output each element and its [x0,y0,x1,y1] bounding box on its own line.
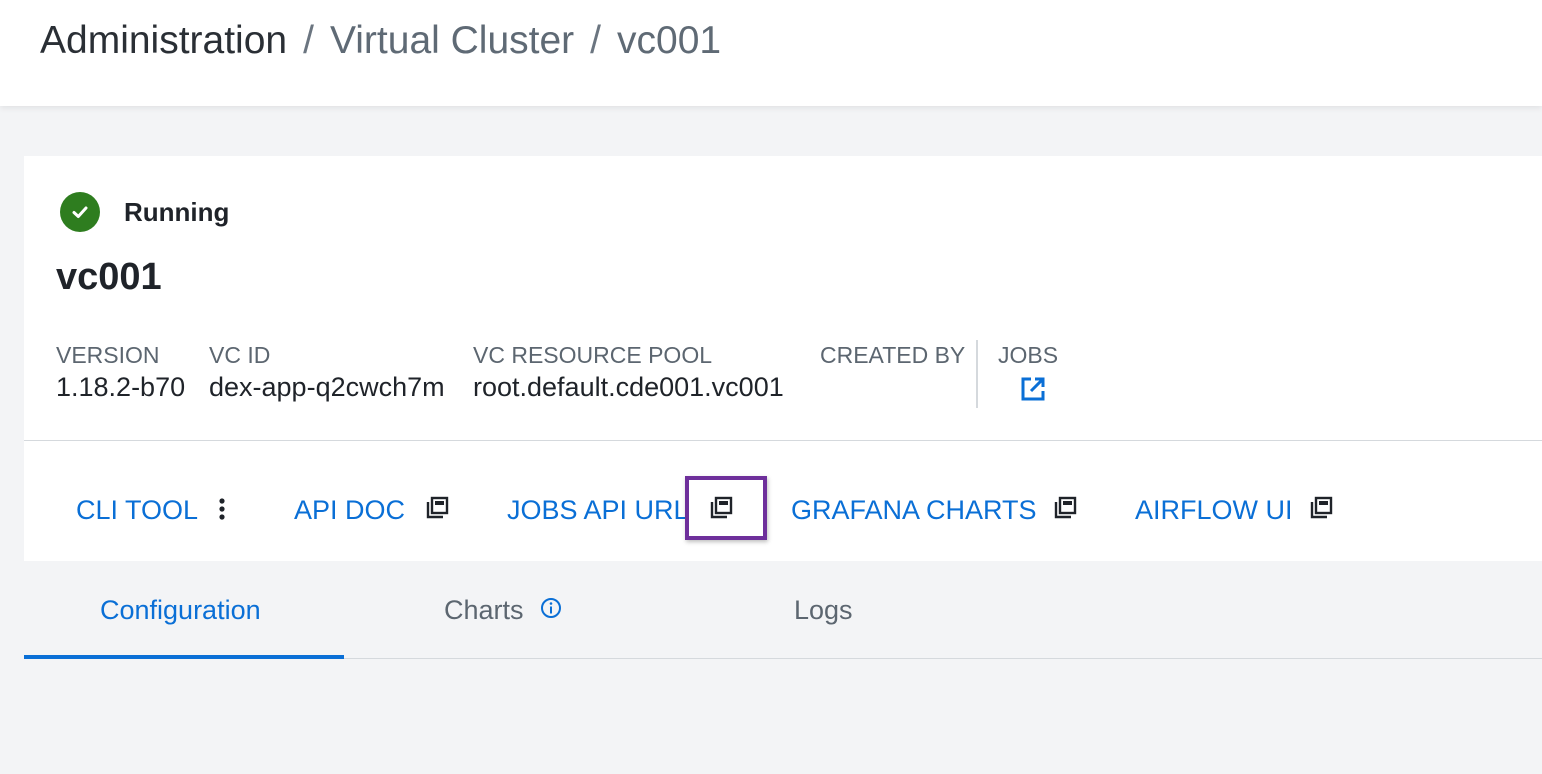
copy-icon[interactable] [1309,496,1333,520]
kebab-menu-icon[interactable] [218,498,226,520]
api-doc-link[interactable]: API DOC [294,492,405,528]
cluster-details-card: Running vc001 VERSION 1.18.2-b70 VC ID d… [24,156,1542,561]
section-divider [24,440,1542,441]
airflow-ui-link[interactable]: AIRFLOW UI [1135,492,1293,528]
created-by-label: CREATED BY [820,342,966,368]
tab-bar: Configuration Charts Logs [24,561,1542,659]
copy-icon[interactable] [1053,496,1077,520]
vc-id-value: dex-app-q2cwch7m [209,372,445,402]
meta-divider [976,340,978,408]
external-link-icon[interactable] [1020,376,1046,402]
status-indicator: Running [60,192,229,232]
resource-pool-label: VC RESOURCE POOL [473,342,712,368]
cluster-name: vc001 [56,256,162,298]
page-header: Administration / Virtual Cluster / vc001 [0,0,1542,106]
status-label: Running [124,196,230,227]
version-label: VERSION [56,342,160,368]
copy-icon[interactable] [425,496,449,520]
cli-tool-link[interactable]: CLI TOOL [76,492,198,528]
version-value: 1.18.2-b70 [56,372,186,402]
breadcrumb-item-virtual-cluster[interactable]: Virtual Cluster [330,19,574,62]
tab-logs[interactable]: Logs [794,595,853,626]
check-circle-icon [60,192,100,232]
jobs-label: JOBS [998,342,1059,368]
copy-icon[interactable] [709,496,733,520]
breadcrumb-item-current: vc001 [617,19,722,62]
breadcrumb: Administration / Virtual Cluster / vc001 [40,18,721,64]
breadcrumb-separator: / [590,19,602,62]
jobs-api-url-link[interactable]: JOBS API URL [507,492,689,528]
vc-id-label: VC ID [209,342,271,368]
breadcrumb-separator: / [303,19,314,62]
tab-configuration[interactable]: Configuration [100,595,261,626]
breadcrumb-item-administration[interactable]: Administration [40,19,287,62]
grafana-charts-link[interactable]: GRAFANA CHARTS [791,492,1037,528]
info-icon [540,597,562,619]
resource-pool-value: root.default.cde001.vc001 [473,372,784,402]
tab-charts[interactable]: Charts [444,595,524,626]
active-tab-indicator [24,655,344,659]
